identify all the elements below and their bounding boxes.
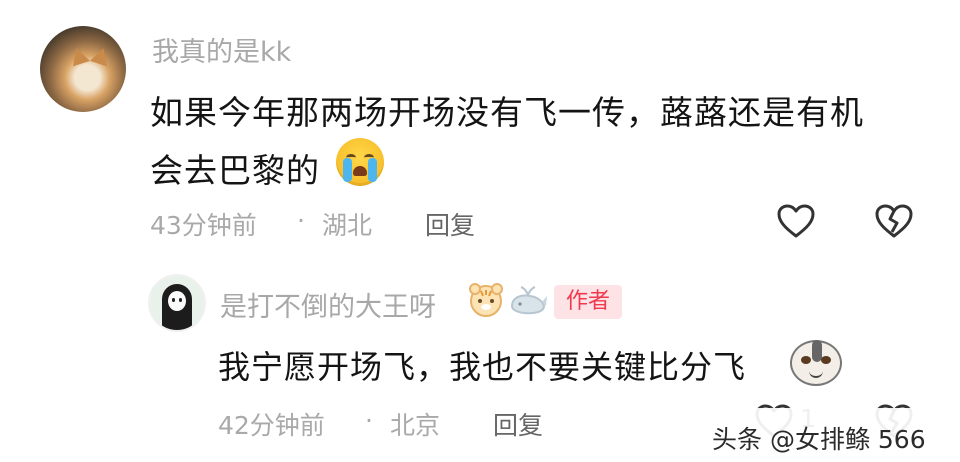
meta-separator: ·	[365, 406, 373, 435]
whale-sticker-icon	[508, 284, 548, 318]
comment-location: 湖北	[322, 211, 373, 240]
reply-author-avatar[interactable]	[148, 274, 206, 332]
author-badge: 作者	[554, 285, 622, 319]
broken-heart-icon[interactable]	[874, 202, 914, 242]
comment-text-line2: 会去巴黎的	[150, 151, 320, 190]
comment-timestamp: 43分钟前	[150, 211, 257, 240]
reply-reply-button[interactable]: 回复	[493, 406, 543, 442]
reply-timestamp: 42分钟前	[218, 411, 325, 440]
tiger-sticker-icon	[466, 282, 506, 318]
commenter-username[interactable]: 我真的是kk	[152, 30, 291, 69]
comment-text-line1: 如果今年那两场开场没有飞一传，蕗蕗还是有机	[150, 93, 864, 132]
meta-separator: ·	[297, 206, 305, 235]
reply-text: 我宁愿开场飞，我也不要关键比分飞	[218, 348, 747, 386]
heart-outline-icon[interactable]	[776, 202, 816, 242]
crying-face-emoji	[336, 138, 384, 186]
comment-reply-button[interactable]: 回复	[425, 206, 475, 242]
reply-location: 北京	[390, 411, 441, 440]
reply-username[interactable]: 是打不倒的大王呀	[220, 285, 436, 324]
commenter-avatar[interactable]	[40, 26, 126, 112]
dog-face-emoji	[790, 340, 842, 386]
watermark-text: 头条 @女排鲦 566	[712, 425, 926, 454]
